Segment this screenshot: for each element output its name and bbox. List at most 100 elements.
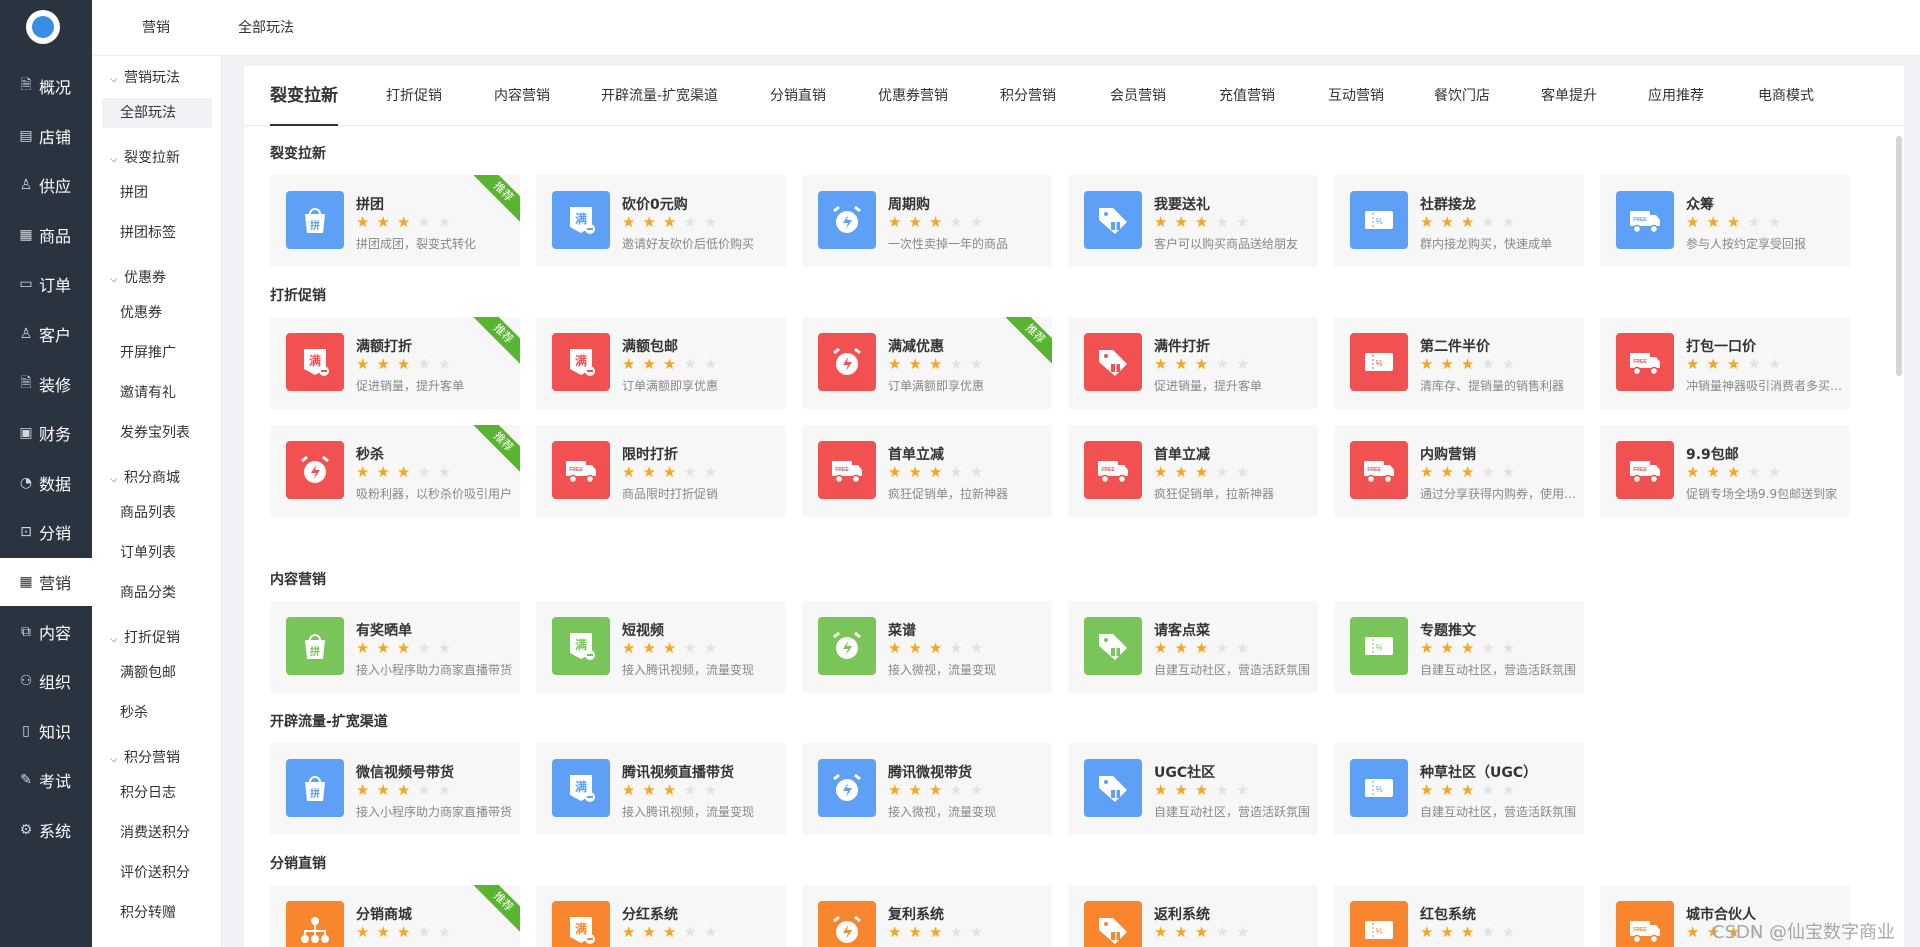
feature-card[interactable]: 满砍价0元购 ★★★★★ 邀请好友砍价后低价购买 xyxy=(536,175,786,267)
category-tab-4[interactable]: 分销直销 xyxy=(770,66,826,126)
subnav-item[interactable]: 邀请有礼 xyxy=(102,378,212,408)
watermark: CSDN @仙宝数字商业 xyxy=(1712,922,1896,943)
feature-card[interactable]: % 社群接龙 ★★★★★ 群内接龙购买，快速成单 xyxy=(1334,175,1584,267)
subnav-group-label: 积分商城 xyxy=(124,470,180,486)
feature-card[interactable]: 满腾讯视频直播带货 ★★★★★ 接入腾讯视频，流量变现 xyxy=(536,743,786,835)
feature-card[interactable]: 我要送礼 ★★★★★ 客户可以购买商品送给朋友 xyxy=(1068,175,1318,267)
star-icon: ★ xyxy=(949,213,970,231)
nav-item-5[interactable]: ♙ 客户 xyxy=(0,310,92,358)
category-tab-11[interactable]: 客单提升 xyxy=(1541,66,1597,126)
subnav-group-2[interactable]: ⌵ 优惠券 xyxy=(92,260,222,296)
feature-card[interactable]: FREE内购营销★★★★★通过分享获得内购券，使用内购券购买商品 xyxy=(1334,425,1584,517)
nav-item-14[interactable]: ✎ 考试 xyxy=(0,756,92,804)
subnav-item[interactable]: 积分转赠 xyxy=(102,898,212,928)
subnav-group-3[interactable]: ⌵ 积分商城 xyxy=(92,460,222,496)
feature-card[interactable]: 分销商城★★★★★全民卖货，自动分佣结算推荐 xyxy=(270,885,520,947)
subnav-item[interactable]: 积分日志 xyxy=(102,778,212,808)
nav-item-10[interactable]: ▦ 营销 xyxy=(0,558,92,606)
star-icon: ★ xyxy=(969,923,991,941)
nav-item-15[interactable]: ⚙ 系统 xyxy=(0,806,92,854)
feature-card[interactable]: 满短视频 ★★★★★ 接入腾讯视频，流量变现 xyxy=(536,601,786,693)
card-description: 疯狂促销单，拉新神器 xyxy=(888,487,1009,501)
feature-card[interactable]: 满满额打折 ★★★★★ 促进销量，提升客单 推荐 xyxy=(270,317,520,409)
svg-text:%: % xyxy=(1375,785,1382,794)
nav-item-4[interactable]: ▭ 订单 xyxy=(0,260,92,308)
nav-item-0[interactable]: 🗎 概况 xyxy=(0,62,92,110)
subnav-item[interactable]: 消费送积分 xyxy=(102,818,212,848)
feature-card[interactable]: FREE 首单立减 ★★★★★ 疯狂促销单，拉新神器 xyxy=(802,425,1052,517)
feature-card[interactable]: 复利系统★★★★★接入小程序助力商家直播带货 xyxy=(802,885,1052,947)
feature-card[interactable]: 满满额包邮 ★★★★★ 订单满额即享优惠 xyxy=(536,317,786,409)
subnav-group-1[interactable]: ⌵ 裂变拉新 xyxy=(92,140,222,176)
feature-card[interactable]: FREE 打包一口价 ★★★★★ 冲销量神器吸引消费者多买几件 xyxy=(1600,317,1850,409)
category-tab-1[interactable]: 打折促销 xyxy=(386,66,442,126)
feature-card[interactable]: 满件打折 ★★★★★ 促进销量，提升客单 xyxy=(1068,317,1318,409)
category-tab-8[interactable]: 充值营销 xyxy=(1219,66,1275,126)
nav-item-6[interactable]: 🗎 装修 xyxy=(0,360,92,408)
subnav-item[interactable]: 秒杀 xyxy=(102,698,212,728)
feature-card[interactable]: %红包系统★★★★★接入小程序助力商家直播带货 xyxy=(1334,885,1584,947)
category-tab-9[interactable]: 互动营销 xyxy=(1328,66,1384,126)
nav-item-1[interactable]: ▤ 店铺 xyxy=(0,112,92,160)
grid-icon: ▦ xyxy=(19,574,33,590)
category-tab-5[interactable]: 优惠券营销 xyxy=(878,66,948,126)
feature-card[interactable]: 秒杀 ★★★★★ 吸粉利器，以秒杀价吸引用户 推荐 xyxy=(270,425,520,517)
feature-card[interactable]: % 第二件半价 ★★★★★ 清库存、提销量的销售利器 xyxy=(1334,317,1584,409)
feature-card[interactable]: 腾讯微视带货 ★★★★★ 接入微视，流量变现 xyxy=(802,743,1052,835)
top-tab-1[interactable]: 全部玩法 xyxy=(238,0,294,56)
category-tab-10[interactable]: 餐饮门店 xyxy=(1434,66,1490,126)
feature-card[interactable]: 返利系统★★★★★接入小程序助力商家直播带货 xyxy=(1068,885,1318,947)
nav-item-2[interactable]: ♙ 供应 xyxy=(0,161,92,209)
category-tab-2[interactable]: 内容营销 xyxy=(494,66,550,126)
feature-card[interactable]: 满分红系统★★★★★共享平台股份，盈利分红 xyxy=(536,885,786,947)
feature-card[interactable]: % 专题推文 ★★★★★ 自建互动社区，营造活跃氛围 xyxy=(1334,601,1584,693)
subnav-item[interactable]: 开屏推广 xyxy=(102,338,212,368)
star-icon: ★ xyxy=(1481,639,1502,657)
scrollbar[interactable] xyxy=(1896,136,1902,376)
subnav-group-4[interactable]: ⌵ 打折促销 xyxy=(92,620,222,656)
feature-card[interactable]: FREE 9.9包邮 ★★★★★ 促销专场全场9.9包邮送到家 xyxy=(1600,425,1850,517)
subnav-item[interactable]: 商品分类 xyxy=(102,578,212,608)
feature-card[interactable]: % 种草社区（UGC） ★★★★★ 自建互动社区，营造活跃氛围 xyxy=(1334,743,1584,835)
category-tab-0[interactable]: 裂变拉新 xyxy=(270,66,338,126)
nav-item-11[interactable]: ⧉ 内容 xyxy=(0,608,92,656)
nav-item-12[interactable]: ⚇ 组织 xyxy=(0,657,92,705)
nav-item-3[interactable]: ▦ 商品 xyxy=(0,211,92,259)
app-logo[interactable] xyxy=(26,10,60,44)
subnav-item[interactable]: 拼团 xyxy=(102,178,212,208)
subnav-item[interactable]: 商品列表 xyxy=(102,498,212,528)
feature-card[interactable]: FREE 众筹 ★★★★★ 参与人按约定享受回报 xyxy=(1600,175,1850,267)
feature-card[interactable]: 拼有奖晒单 ★★★★★ 接入小程序助力商家直播带货 xyxy=(270,601,520,693)
nav-item-9[interactable]: ⊡ 分销 xyxy=(0,508,92,556)
feature-card[interactable]: 菜谱 ★★★★★ 接入微视，流量变现 xyxy=(802,601,1052,693)
subnav-item[interactable]: 拼团标签 xyxy=(102,218,212,248)
feature-card[interactable]: UGC社区 ★★★★★ 自建互动社区，营造活跃氛围 xyxy=(1068,743,1318,835)
subnav-item[interactable]: 满额包邮 xyxy=(102,658,212,688)
category-tab-3[interactable]: 开辟流量-扩宽渠道 xyxy=(601,66,718,126)
feature-card[interactable]: FREE 限时打折 ★★★★★ 商品限时打折促销 xyxy=(536,425,786,517)
subnav-item[interactable]: 订单列表 xyxy=(102,538,212,568)
category-tab-12[interactable]: 应用推荐 xyxy=(1648,66,1704,126)
top-tab-0[interactable]: 营销 xyxy=(142,0,170,56)
feature-card[interactable]: 周期购 ★★★★★ 一次性卖掉一年的商品 xyxy=(802,175,1052,267)
category-tab-13[interactable]: 电商模式 xyxy=(1758,66,1814,126)
category-tab-6[interactable]: 积分营销 xyxy=(1000,66,1056,126)
nav-item-label: 系统 xyxy=(39,822,72,841)
feature-card[interactable]: 满减优惠 ★★★★★ 订单满额即享优惠 推荐 xyxy=(802,317,1052,409)
feature-card[interactable]: 拼微信视频号带货 ★★★★★ 接入小程序助力商家直播带货 xyxy=(270,743,520,835)
subnav-item[interactable]: 评价送积分 xyxy=(102,858,212,888)
subnav-group-0[interactable]: ⌵ 营销玩法 xyxy=(92,60,222,96)
network-icon xyxy=(286,901,344,947)
rating-stars: ★★★★★ xyxy=(1154,213,1256,231)
subnav-item[interactable]: 发券宝列表 xyxy=(102,418,212,448)
feature-card[interactable]: 请客点菜 ★★★★★ 自建互动社区，营造活跃氛围 xyxy=(1068,601,1318,693)
feature-card[interactable]: 拼拼团 ★★★★★ 拼团成团，裂变式转化 推荐 xyxy=(270,175,520,267)
category-tab-7[interactable]: 会员营销 xyxy=(1110,66,1166,126)
feature-card[interactable]: FREE 首单立减 ★★★★★ 疯狂促销单，拉新神器 xyxy=(1068,425,1318,517)
subnav-item[interactable]: 全部玩法 xyxy=(102,98,212,128)
subnav-item[interactable]: 优惠券 xyxy=(102,298,212,328)
subnav-group-5[interactable]: ⌵ 积分营销 xyxy=(92,740,222,776)
nav-item-8[interactable]: ◔ 数据 xyxy=(0,459,92,507)
nav-item-13[interactable]: ▯ 知识 xyxy=(0,707,92,755)
nav-item-7[interactable]: ▣ 财务 xyxy=(0,409,92,457)
